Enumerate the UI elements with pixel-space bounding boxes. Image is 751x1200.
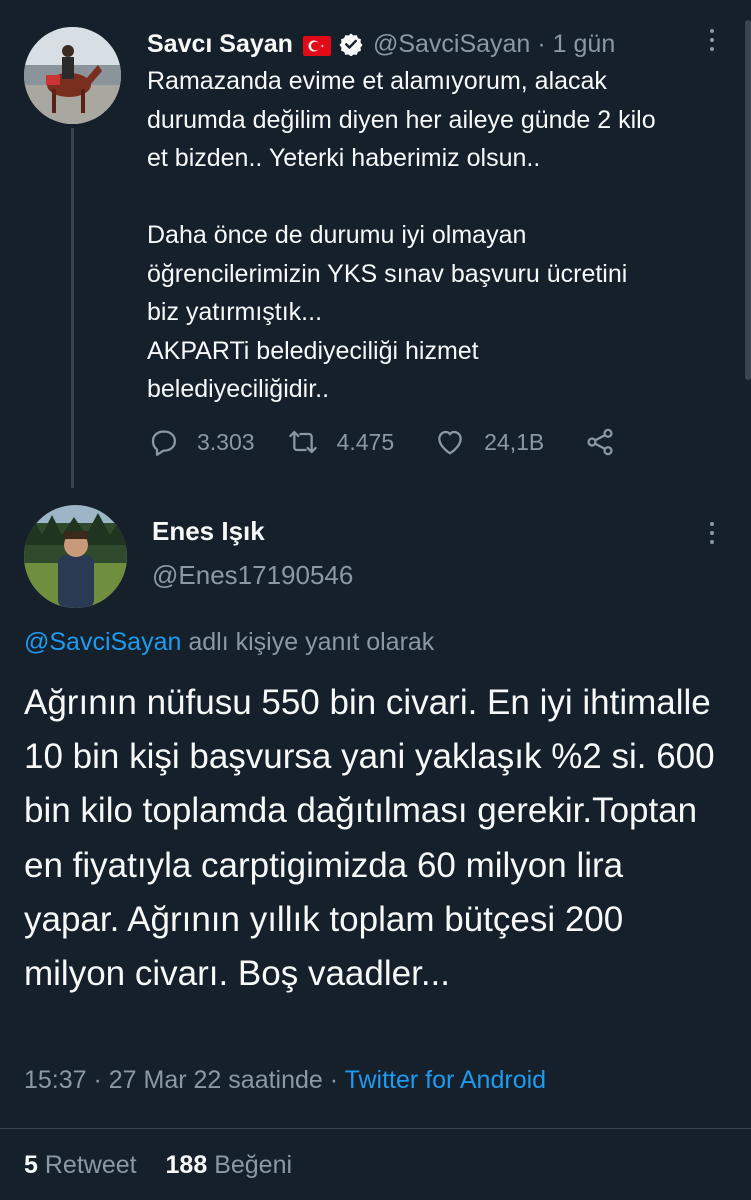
tweet-line: durumda değilim diyen her aileye günde 2… — [147, 105, 656, 134]
more-vertical-icon[interactable] — [700, 520, 724, 548]
thread-line — [71, 128, 74, 488]
retweets-count: 5 — [24, 1151, 38, 1179]
retweet-icon — [288, 430, 317, 454]
replying-to-label: adlı kişiye yanıt olarak — [181, 628, 435, 656]
replying-to-mention[interactable]: @SavciSayan — [24, 628, 181, 656]
like-button[interactable]: 24,1B — [434, 426, 544, 458]
likes-label: Beğeni — [214, 1151, 293, 1179]
parent-handle[interactable]: @SavciSayan — [373, 30, 530, 59]
share-icon — [587, 428, 613, 456]
scrollbar[interactable] — [744, 0, 751, 1200]
parent-tweet-text: Ramazanda evime et alamıyorum, alacak du… — [147, 62, 707, 409]
tweet-line: et bizden.. Yeterki haberimiz olsun.. — [147, 144, 541, 172]
parent-time[interactable]: 1 gün — [553, 30, 616, 59]
like-count: 24,1B — [484, 428, 545, 455]
tweet-source-link[interactable]: Twitter for Android — [345, 1066, 546, 1094]
parent-header: Savcı Sayan @SavciSayan · 1 gün — [147, 28, 615, 60]
tweet-line: AKPARTi belediyeciliği hizmet — [147, 336, 479, 365]
parent-action-bar: 3.303 4.475 24,1B — [147, 424, 616, 460]
reply-avatar[interactable] — [24, 505, 127, 608]
parent-avatar[interactable] — [24, 27, 121, 124]
tweet-line: Daha önce de durumu iyi olmayan — [147, 221, 527, 249]
reply-handle[interactable]: @Enes17190546 — [152, 560, 353, 591]
retweets-label: Retweet — [44, 1151, 137, 1179]
heart-icon — [438, 430, 462, 455]
tweet-line: öğrencilerimizin YKS sınav başvuru ücret… — [147, 259, 628, 288]
tweet-timestamp[interactable]: 15:37 · 27 Mar 22 saatinde — [24, 1066, 323, 1094]
tweet-line: belediyeciliğidir.. — [147, 375, 330, 403]
tweet-line-gap — [147, 178, 707, 217]
retweets-stat[interactable]: 5 Retweet — [24, 1151, 137, 1179]
tweet-meta: 15:37 · 27 Mar 22 saatinde · Twitter for… — [24, 1066, 546, 1095]
turkey-flag-icon — [302, 34, 331, 56]
meta-separator: · — [322, 1066, 345, 1094]
verified-badge-icon — [339, 32, 363, 57]
divider — [0, 1128, 751, 1129]
scrollbar-thumb[interactable] — [745, 20, 751, 380]
reply-count: 3.303 — [197, 428, 255, 455]
parent-tweet[interactable]: Savcı Sayan @SavciSayan · 1 gün Ramazand… — [0, 0, 751, 500]
reply-tweet-text: Ağrının nüfusu 550 bin civari. En iyi ih… — [24, 683, 715, 994]
share-button[interactable] — [584, 426, 616, 458]
replying-to: @SavciSayan adlı kişiye yanıt olarak — [24, 628, 434, 657]
more-vertical-icon[interactable] — [700, 27, 724, 55]
reply-icon — [151, 430, 176, 456]
engagement-stats: 5 Retweet 188 Beğeni — [24, 1151, 314, 1180]
header-separator: · — [537, 29, 546, 58]
reply-button[interactable]: 3.303 — [147, 426, 255, 458]
likes-count: 188 — [165, 1151, 208, 1179]
tweet-line: biz yatırmıştık... — [147, 298, 323, 326]
retweet-count: 4.475 — [336, 428, 395, 455]
tweet-line: Ramazanda evime et alamıyorum, alacak — [147, 67, 607, 95]
retweet-button[interactable]: 4.475 — [287, 426, 395, 458]
parent-author-name[interactable]: Savcı Sayan — [147, 30, 293, 59]
likes-stat[interactable]: 188 Beğeni — [166, 1151, 293, 1179]
reply-tweet[interactable]: Enes Işık @Enes17190546 @SavciSayan adlı… — [0, 500, 751, 1200]
reply-author-name[interactable]: Enes Işık — [152, 516, 265, 547]
